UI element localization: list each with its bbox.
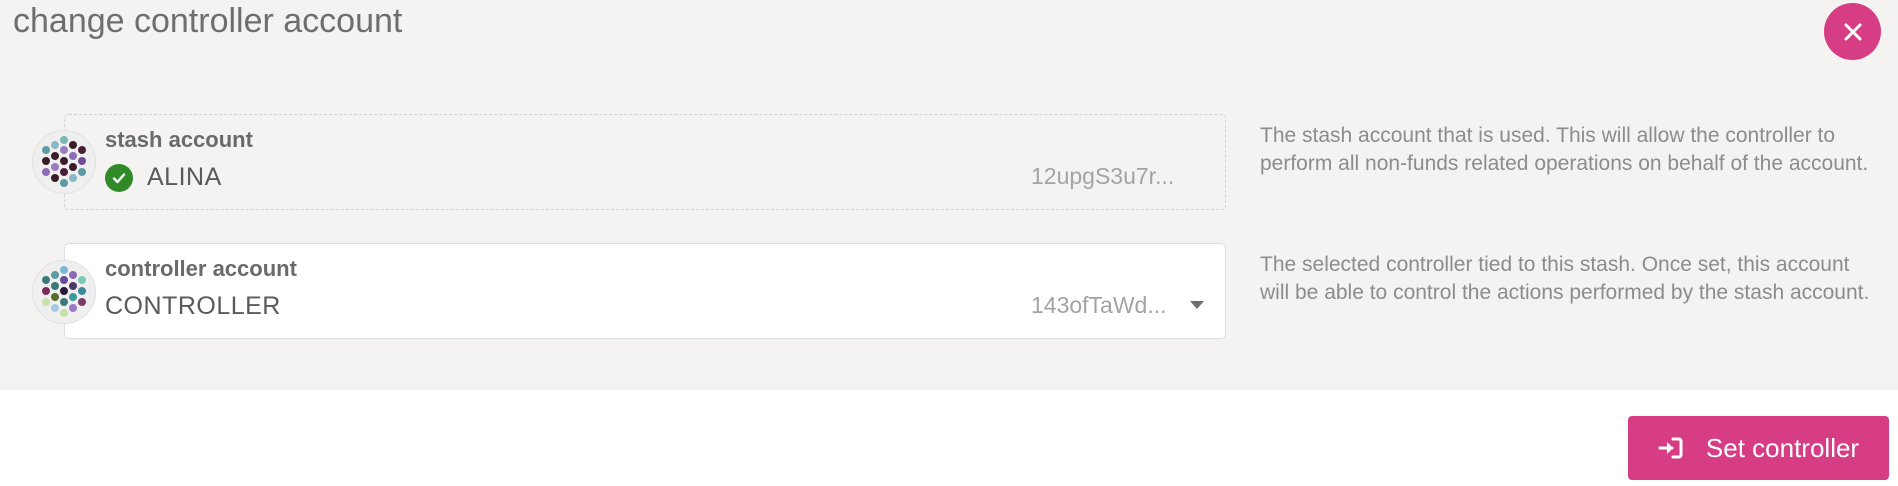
- controller-account-dropdown[interactable]: controller account CONTROLLER 143ofTaWd.…: [64, 243, 1226, 339]
- controller-account-name: CONTROLLER: [105, 292, 281, 320]
- controller-account-address: 143ofTaWd...: [1031, 292, 1167, 318]
- change-controller-modal: change controller account stash account …: [0, 0, 1898, 486]
- stash-account-help: The stash account that is used. This wil…: [1260, 124, 1869, 175]
- close-icon: [1844, 23, 1861, 40]
- set-controller-label: Set controller: [1705, 432, 1860, 463]
- stash-account-address: 12upgS3u7r...: [1031, 163, 1175, 189]
- stash-account-label: stash account: [105, 127, 253, 152]
- modal-title: change controller account: [13, 2, 403, 40]
- stash-identicon: [32, 130, 96, 194]
- stash-account-field: stash account ALINA 12upgS3u7r...: [64, 114, 1226, 210]
- controller-identicon: [32, 260, 96, 324]
- check-circle-icon: [105, 163, 133, 192]
- modal-body: change controller account stash account …: [0, 0, 1898, 390]
- stash-account-name: ALINA: [147, 163, 222, 191]
- controller-account-label: controller account: [105, 256, 297, 281]
- caret-down-icon[interactable]: [1190, 301, 1204, 309]
- sign-in-icon: [1658, 437, 1683, 459]
- controller-account-name-wrap: CONTROLLER: [105, 292, 281, 321]
- controller-account-help: The selected controller tied to this sta…: [1260, 253, 1870, 304]
- set-controller-button[interactable]: Set controller: [1628, 416, 1889, 480]
- close-button[interactable]: [1824, 3, 1881, 60]
- stash-account-name-wrap: ALINA: [105, 163, 222, 192]
